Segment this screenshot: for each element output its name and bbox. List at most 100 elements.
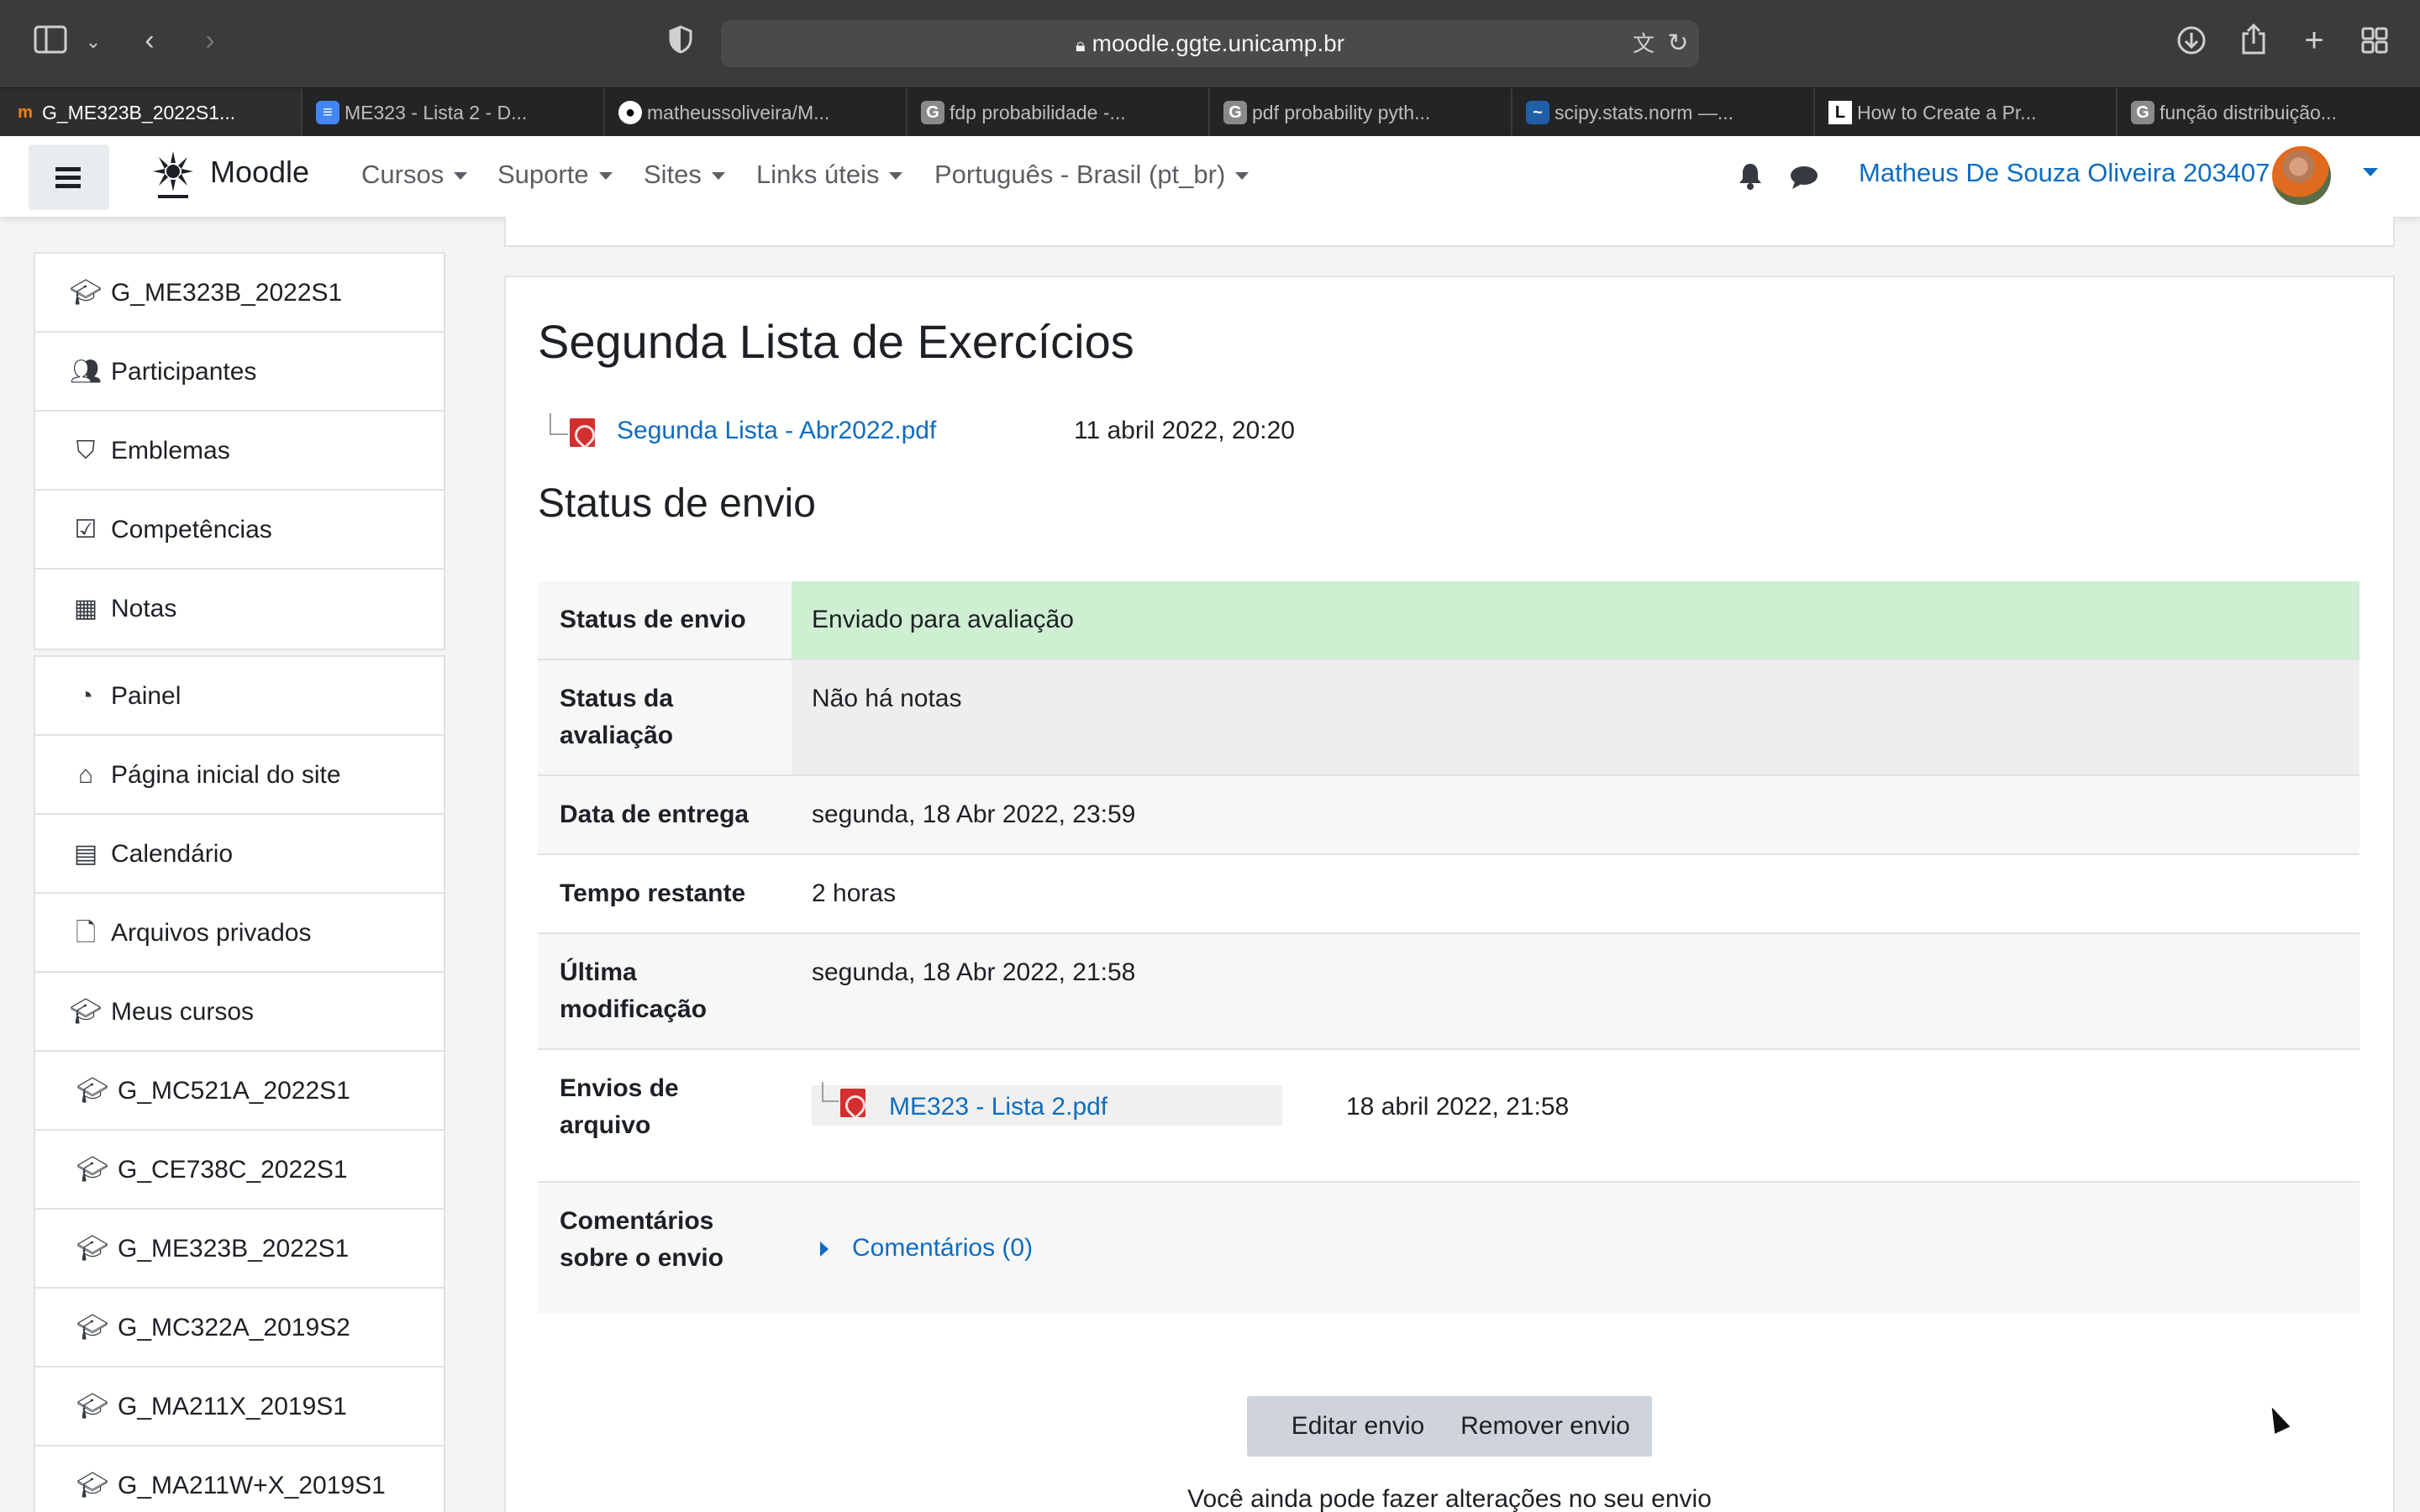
url-value: moodle.ggte.unicamp.br — [1092, 30, 1345, 56]
graduation-cap-icon: 🎓︎ — [76, 1235, 109, 1263]
browser-tab[interactable]: ≡ ME323 - Lista 2 - D... — [302, 88, 605, 137]
docs-favicon-icon: ≡ — [316, 101, 339, 124]
tree-line — [550, 413, 568, 435]
status-value: Enviado para avaliação — [792, 581, 2360, 659]
status-heading: Status de envio — [538, 481, 816, 526]
tab-bar: m G_ME323B_2022S1... ≡ ME323 - Lista 2 -… — [0, 87, 2420, 137]
sidebar-toggle-icon[interactable] — [32, 25, 69, 61]
row-label: Status da avaliação — [560, 685, 674, 749]
sidebar-item-label: Emblemas — [111, 437, 230, 465]
menu-cursos[interactable]: Cursos — [361, 160, 468, 190]
remove-submission-button[interactable]: Remover envio — [1439, 1396, 1652, 1457]
menu-label: Sites — [644, 160, 702, 189]
submission-footnote: Você ainda pode fazer alterações no seu … — [1187, 1485, 1712, 1512]
sidebar-item-label: Notas — [111, 595, 177, 622]
address-bar[interactable]: 🔒︎ moodle.ggte.unicamp.br 文 ↻ — [721, 20, 1699, 67]
caret-down-icon — [1235, 172, 1249, 181]
sidebar-item-course[interactable]: 🎓︎ G_ME323B_2022S1 — [35, 254, 444, 333]
avatar[interactable] — [2272, 146, 2331, 205]
attachment-link[interactable]: Segunda Lista - Abr2022.pdf — [617, 417, 936, 445]
submitted-file-link[interactable]: ME323 - Lista 2.pdf — [889, 1089, 1107, 1126]
notifications-bell-icon[interactable] — [1738, 161, 1763, 194]
browser-tab[interactable]: m G_ME323B_2022S1... — [0, 88, 302, 137]
back-arrow-icon[interactable]: ‹ — [134, 24, 165, 57]
table-row: Envios de arquivo ME323 - Lista 2.pdf 18… — [538, 1049, 2360, 1182]
l-favicon-icon: L — [1828, 101, 1852, 124]
previous-card-edge — [504, 217, 2395, 247]
browser-tab[interactable]: ● matheussoliveira/M... — [605, 88, 908, 137]
users-icon: 👥︎ — [69, 358, 103, 386]
site-nav-block: ◔ Painel ⌂ Página inicial do site ▤ Calendá… — [34, 655, 445, 1512]
messages-bubble-icon[interactable] — [1790, 165, 1818, 194]
sidebar-item-painel[interactable]: ◔ Painel — [35, 657, 444, 736]
file-icon: 🗋 — [75, 919, 97, 947]
tab-overview-icon[interactable] — [2360, 27, 2390, 61]
graduation-cap-icon: 🎓︎ — [76, 1156, 109, 1184]
graduation-cap-icon: 🎓︎ — [69, 998, 103, 1026]
tab-label: ME323 - Lista 2 - D... — [345, 102, 528, 123]
graduation-cap-icon: 🎓︎ — [76, 1077, 109, 1105]
sidebar-item-participantes[interactable]: 👥︎ Participantes — [35, 333, 444, 412]
sidebar-item-label: Calendário — [111, 840, 234, 868]
sidebar-item-home[interactable]: ⌂ Página inicial do site — [35, 736, 444, 815]
share-icon[interactable] — [2237, 23, 2270, 63]
comments-link[interactable]: Comentários (0) — [852, 1234, 1033, 1262]
row-label: Status de envio — [560, 606, 746, 633]
caret-down-icon[interactable] — [2363, 168, 2378, 176]
sidebar-item-label: G_MC521A_2022S1 — [118, 1077, 350, 1105]
comments-toggle[interactable]: Comentários (0) — [812, 1234, 1033, 1262]
table-row: Status de envio Enviado para avaliação — [538, 581, 2360, 659]
sidebar-item-competencias[interactable]: ☑ Competências — [35, 491, 444, 570]
translate-icon[interactable]: 文 — [1627, 27, 1660, 60]
browser-tab[interactable]: ~ scipy.stats.norm —... — [1512, 88, 1815, 137]
sidebar-item-label: Página inicial do site — [111, 761, 341, 789]
edit-submission-button[interactable]: Editar envio — [1247, 1396, 1469, 1457]
browser-tab[interactable]: G função distribuição... — [2118, 88, 2420, 137]
new-tab-icon[interactable]: + — [2297, 24, 2331, 57]
sidebar-item-course[interactable]: 🎓︎ G_MA211W+X_2019S1 — [35, 1446, 444, 1512]
sidebar-item-emblemas[interactable]: ⛉ Emblemas — [35, 412, 444, 491]
caret-down-icon — [598, 172, 613, 181]
sidebar-item-notas[interactable]: ▦ Notas — [35, 570, 444, 648]
privacy-shield-icon[interactable] — [666, 25, 696, 61]
sidebar-item-calendario[interactable]: ▤ Calendário — [35, 815, 444, 894]
sidebar-item-label: G_CE738C_2022S1 — [118, 1156, 348, 1184]
google-favicon-icon: G — [1223, 101, 1247, 124]
menu-sites[interactable]: Sites — [644, 160, 725, 190]
sidebar-item-course[interactable]: 🎓︎ G_CE738C_2022S1 — [35, 1131, 444, 1210]
graduation-cap-icon: 🎓︎ — [76, 1314, 109, 1341]
user-menu-name[interactable]: Matheus De Souza Oliveira 203407 — [1859, 158, 2270, 188]
reload-icon[interactable]: ↻ — [1664, 27, 1692, 60]
downloads-icon[interactable] — [2175, 25, 2208, 63]
sidebar-item-course[interactable]: 🎓︎ G_MC521A_2022S1 — [35, 1052, 444, 1131]
table-icon: ▦ — [73, 595, 98, 622]
table-row: Status da avaliação Não há notas — [538, 659, 2360, 775]
browser-tab[interactable]: G pdf probability pyth... — [1210, 88, 1512, 137]
sidebar-item-label: G_MA211X_2019S1 — [118, 1393, 347, 1420]
pdf-icon — [570, 418, 595, 447]
drawer-toggle-button[interactable] — [29, 144, 109, 210]
browser-tab[interactable]: L How to Create a Pr... — [1815, 88, 2118, 137]
chevron-down-icon[interactable]: ⌄ — [82, 25, 104, 59]
forward-arrow-icon[interactable]: › — [195, 24, 225, 57]
brand-name[interactable]: Moodle — [210, 155, 309, 190]
menu-suporte[interactable]: Suporte — [497, 160, 613, 190]
sidebar-item-course[interactable]: 🎓︎ G_ME323B_2022S1 — [35, 1210, 444, 1289]
grading-value: Não há notas — [792, 659, 2360, 775]
sidebar-item-label: G_MA211W+X_2019S1 — [118, 1472, 386, 1499]
tab-label: G_ME323B_2022S1... — [42, 102, 236, 123]
sidebar-item-course[interactable]: 🎓︎ G_MA211X_2019S1 — [35, 1368, 444, 1446]
menu-label: Cursos — [361, 160, 445, 189]
tab-label: pdf probability pyth... — [1252, 102, 1431, 123]
row-label: Envios de arquivo — [560, 1074, 679, 1139]
sidebar-item-label: G_ME323B_2022S1 — [111, 279, 343, 307]
unicamp-logo-icon[interactable] — [148, 148, 198, 200]
menu-label: Suporte — [497, 160, 589, 189]
menu-language[interactable]: Português - Brasil (pt_br) — [934, 160, 1249, 190]
menu-links-uteis[interactable]: Links úteis — [756, 160, 903, 190]
sidebar-item-meus-cursos[interactable]: 🎓︎ Meus cursos — [35, 973, 444, 1052]
sidebar-item-course[interactable]: 🎓︎ G_MC322A_2019S2 — [35, 1289, 444, 1368]
due-date-value: segunda, 18 Abr 2022, 23:59 — [812, 801, 1136, 828]
sidebar-item-arquivos[interactable]: 🗋 Arquivos privados — [35, 894, 444, 973]
browser-tab[interactable]: G fdp probabilidade -... — [908, 88, 1210, 137]
